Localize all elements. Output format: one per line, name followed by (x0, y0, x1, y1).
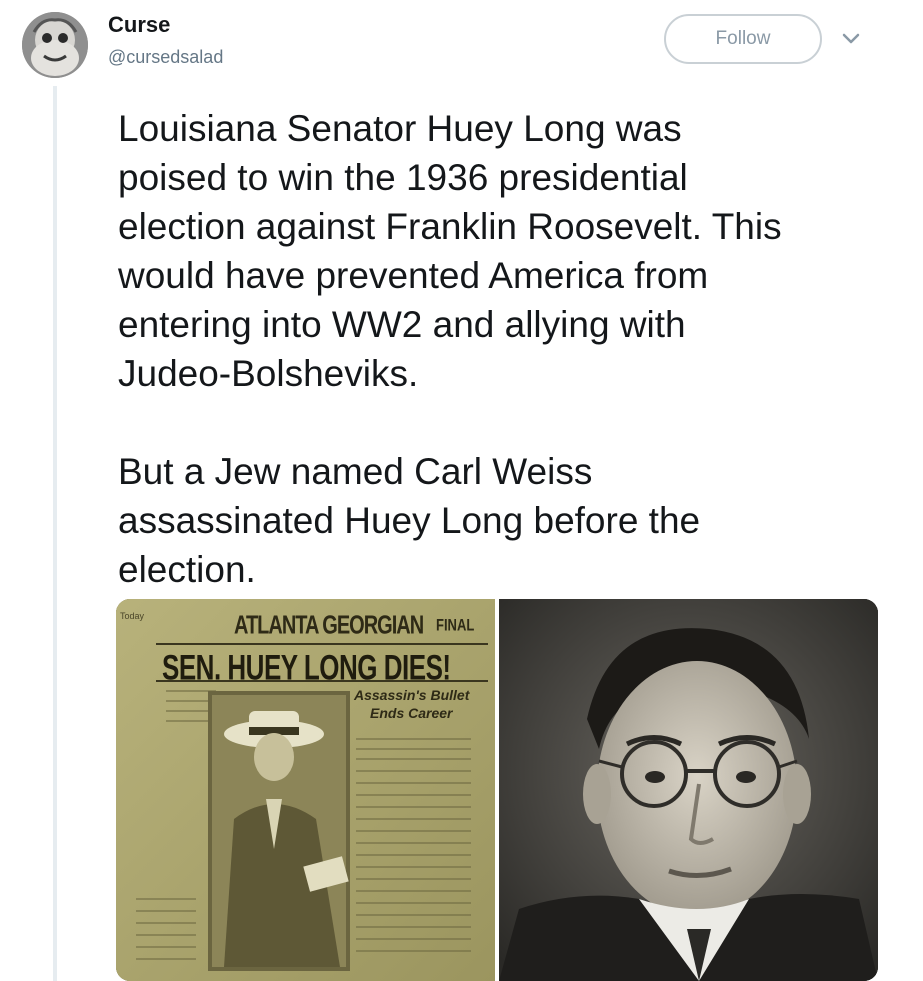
newspaper-subhead-line2: Ends Career (370, 705, 453, 721)
user-handle[interactable]: @cursedsalad (108, 47, 223, 68)
chevron-down-icon[interactable] (838, 26, 864, 52)
newspaper-subhead-line1: Assassin's Bullet (354, 687, 470, 703)
follow-button[interactable]: Follow (664, 14, 822, 64)
avatar[interactable] (22, 12, 88, 78)
newspaper-photo: Today ATLANTA GEORGIAN FINAL SEN. HUEY L… (116, 599, 495, 981)
tweet-text: Louisiana Senator Huey Long was poised t… (118, 108, 782, 590)
tweet-media[interactable]: Today ATLANTA GEORGIAN FINAL SEN. HUEY L… (116, 599, 878, 981)
tweet: Curse @cursedsalad Follow Louisiana Sena… (0, 0, 923, 981)
thread-line (53, 86, 57, 981)
newspaper-headline: SEN. HUEY LONG DIES! (162, 647, 451, 688)
newspaper-corner-text: Today (120, 611, 145, 621)
newspaper-masthead: ATLANTA GEORGIAN (234, 611, 424, 641)
newspaper-edition: FINAL (436, 614, 475, 635)
display-name[interactable]: Curse (108, 12, 170, 38)
avatar-image (22, 12, 88, 78)
portrait-photo (499, 599, 878, 981)
